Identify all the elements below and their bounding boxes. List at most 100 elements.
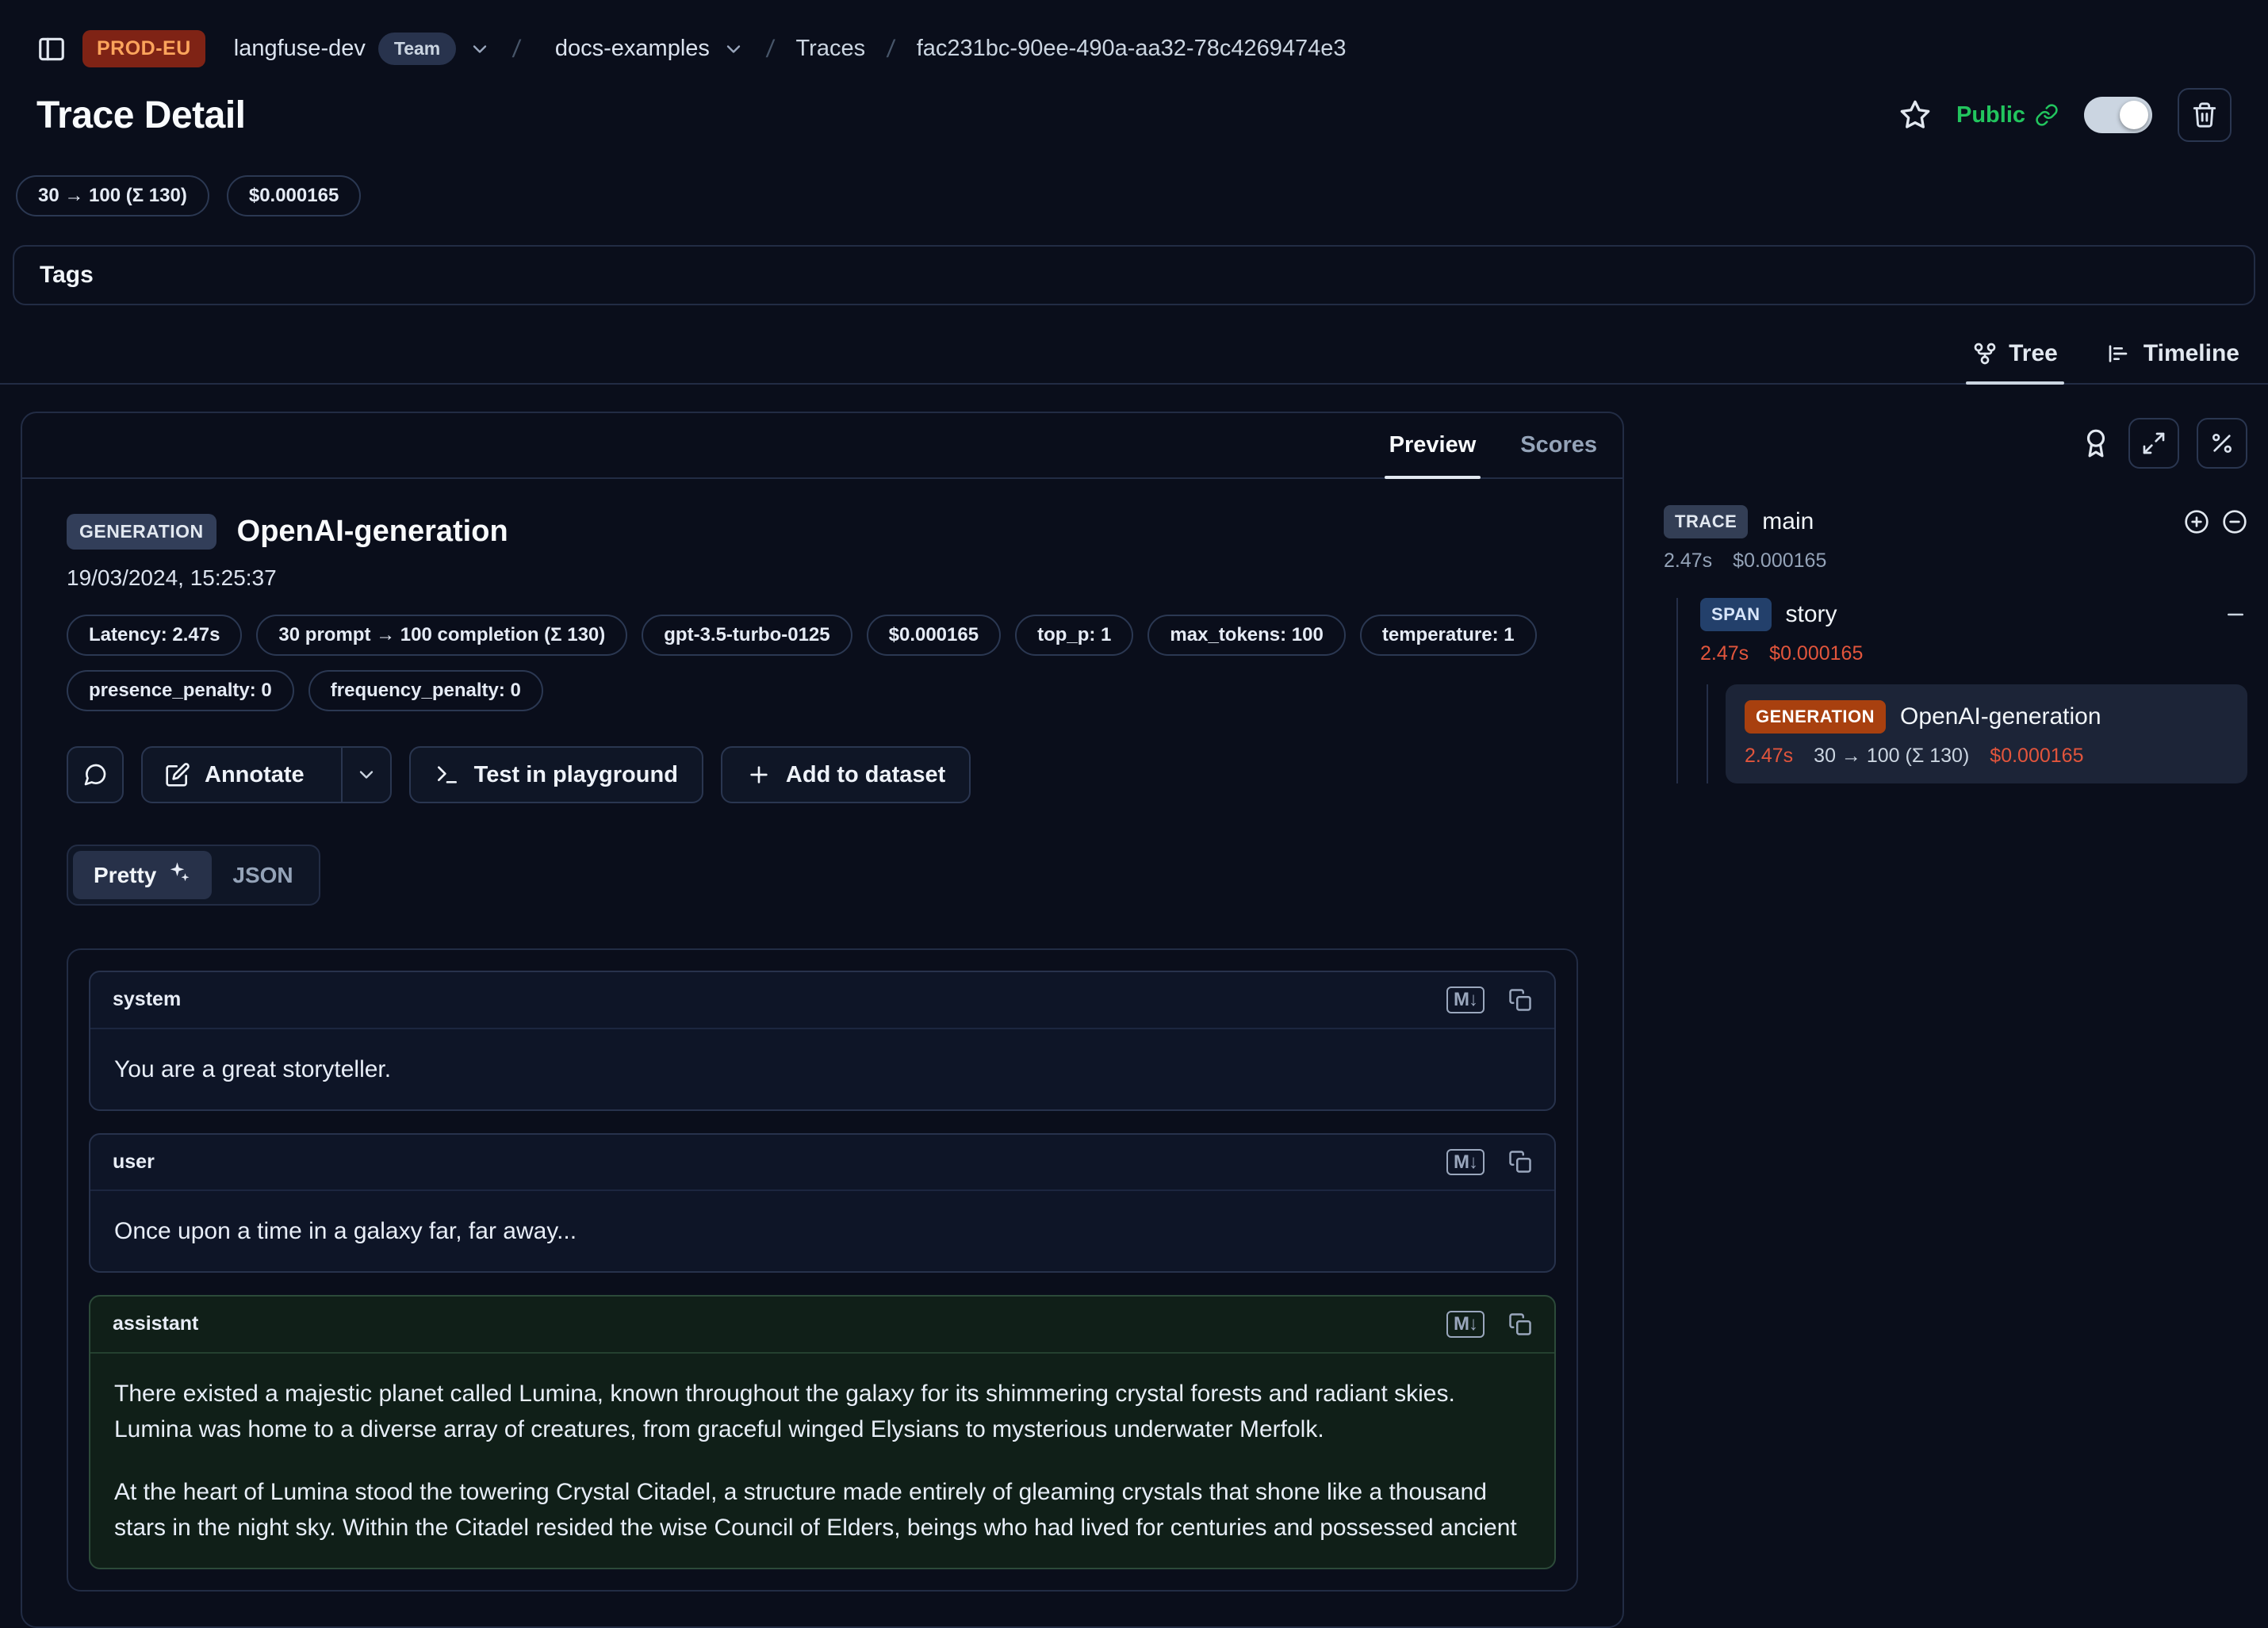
plus-circle-icon: [2184, 509, 2209, 534]
generation-latency: 2.47s: [1745, 745, 1793, 768]
breadcrumb-org[interactable]: langfuse-dev Team: [234, 33, 491, 65]
generation-name: OpenAI-generation: [1900, 703, 2101, 730]
observation-type-badge: GENERATION: [67, 514, 216, 550]
breadcrumb-separator: /: [764, 35, 776, 63]
span-metrics: 2.47s $0.000165: [1700, 642, 2247, 665]
org-name: langfuse-dev: [234, 36, 366, 62]
generation-tokens: 30 → 100 (Σ 130): [1814, 745, 1969, 768]
markdown-icon: M↓: [1446, 986, 1485, 1013]
messages-container: system M↓ You are a great storyteller.: [67, 948, 1578, 1592]
cost-badge: $0.000165: [227, 175, 361, 216]
span-badge: SPAN: [1700, 598, 1772, 631]
annotate-label: Annotate: [205, 762, 305, 788]
frequency-penalty-badge: frequency_penalty: 0: [308, 670, 543, 711]
minus-circle-icon: [2222, 509, 2247, 534]
breadcrumb-separator: /: [886, 35, 897, 63]
view-tabs: Tree Timeline: [0, 335, 2268, 385]
collapse-node-button[interactable]: [2224, 603, 2247, 626]
tab-preview[interactable]: Preview: [1385, 413, 1481, 477]
message-role: system: [113, 988, 181, 1011]
tags-label: Tags: [40, 262, 94, 288]
chevron-down-icon: [469, 38, 491, 60]
breadcrumb-traces-link[interactable]: Traces: [796, 36, 866, 62]
timeline-icon: [2107, 341, 2132, 366]
copy-button[interactable]: [1508, 1312, 1532, 1336]
add-to-dataset-button[interactable]: Add to dataset: [721, 746, 971, 803]
bookmark-star-button[interactable]: [1899, 99, 1931, 131]
annotate-split-button: Annotate: [141, 746, 392, 803]
tree-node-generation-selected[interactable]: GENERATION OpenAI-generation 2.47s 30 → …: [1726, 684, 2247, 783]
breadcrumb-project[interactable]: docs-examples: [555, 36, 745, 62]
tags-section[interactable]: Tags: [13, 245, 2255, 305]
annotation-queue-button[interactable]: [2081, 428, 2111, 458]
page-title: Trace Detail: [36, 94, 245, 137]
award-icon: [2081, 428, 2111, 458]
markdown-icon: M↓: [1446, 1311, 1485, 1338]
comment-button[interactable]: [67, 746, 124, 803]
pretty-label: Pretty: [94, 863, 156, 888]
public-toggle[interactable]: [2084, 97, 2152, 133]
link-icon: [2035, 103, 2059, 127]
trace-badge: TRACE: [1664, 505, 1748, 538]
tab-tree-label: Tree: [2009, 340, 2058, 367]
observation-metrics: Latency: 2.47s 30 prompt → 100 completio…: [67, 615, 1578, 711]
expand-arrows-icon: [2141, 431, 2166, 456]
format-toggle: Pretty JSON: [67, 845, 320, 906]
message-role: user: [113, 1151, 155, 1174]
observation-title: OpenAI-generation: [237, 515, 508, 549]
tab-tree[interactable]: Tree: [1966, 335, 2064, 383]
observation-timestamp: 19/03/2024, 15:25:37: [67, 565, 1578, 591]
format-pretty-button[interactable]: Pretty: [73, 851, 212, 899]
tree-node-span[interactable]: SPAN story: [1700, 598, 2247, 631]
sidebar-toggle-button[interactable]: [36, 34, 67, 64]
trace-latency: 2.47s: [1664, 550, 1712, 573]
breadcrumb-trace-id: fac231bc-90ee-490a-aa32-78c4269474e3: [917, 36, 1347, 62]
collapse-panel-button[interactable]: [2128, 418, 2179, 469]
message-paragraph: At the heart of Lumina stood the towerin…: [114, 1474, 1531, 1546]
annotate-dropdown-button[interactable]: [341, 748, 390, 802]
copy-icon: [1508, 988, 1532, 1012]
panel-tabs: Preview Scores: [22, 413, 1622, 479]
delete-trace-button[interactable]: [2178, 88, 2232, 142]
message-paragraph: There existed a majestic planet called L…: [114, 1376, 1531, 1447]
public-label: Public: [1956, 102, 2025, 128]
tab-scores[interactable]: Scores: [1515, 413, 1602, 477]
format-json-button[interactable]: JSON: [212, 853, 313, 898]
environment-badge: PROD-EU: [82, 30, 205, 67]
cost-badge: $0.000165: [867, 615, 1001, 656]
tab-timeline[interactable]: Timeline: [2101, 335, 2246, 383]
tree-node-trace[interactable]: TRACE main: [1664, 505, 2247, 538]
trace-cost: $0.000165: [1733, 550, 1826, 573]
breadcrumb: PROD-EU langfuse-dev Team / docs-example…: [0, 0, 2268, 67]
copy-icon: [1508, 1150, 1532, 1174]
panel-left-icon: [36, 34, 67, 64]
public-link[interactable]: Public: [1956, 102, 2059, 128]
message-role: assistant: [113, 1312, 198, 1335]
tree-icon: [1972, 341, 1998, 366]
annotate-button[interactable]: Annotate: [143, 748, 327, 802]
expand-all-button[interactable]: [2184, 509, 2209, 534]
markdown-toggle-button[interactable]: M↓: [1446, 1311, 1485, 1338]
toggle-metrics-button[interactable]: [2197, 418, 2247, 469]
max-tokens-badge: max_tokens: 100: [1147, 615, 1345, 656]
copy-button[interactable]: [1508, 1150, 1532, 1174]
collapse-all-button[interactable]: [2222, 509, 2247, 534]
percent-icon: [2209, 431, 2235, 456]
message-content: You are a great storyteller.: [90, 1029, 1554, 1109]
message-paragraph: You are a great storyteller.: [114, 1051, 1531, 1087]
generation-cost: $0.000165: [1990, 745, 2083, 768]
presence-penalty-badge: presence_penalty: 0: [67, 670, 294, 711]
markdown-toggle-button[interactable]: M↓: [1446, 1149, 1485, 1176]
test-in-playground-button[interactable]: Test in playground: [409, 746, 703, 803]
generation-badge: GENERATION: [1745, 700, 1886, 734]
playground-label: Test in playground: [474, 762, 678, 788]
copy-icon: [1508, 1312, 1532, 1336]
toggle-knob: [2120, 101, 2148, 129]
model-badge[interactable]: gpt-3.5-turbo-0125: [642, 615, 852, 656]
markdown-toggle-button[interactable]: M↓: [1446, 986, 1485, 1013]
trace-name: main: [1762, 508, 1814, 535]
message-system: system M↓ You are a great storyteller.: [89, 971, 1556, 1111]
trace-tree: TRACE main 2.47s: [1664, 505, 2247, 783]
copy-button[interactable]: [1508, 988, 1532, 1012]
trace-metrics: 30 → 100 (Σ 130) $0.000165: [0, 142, 2268, 216]
